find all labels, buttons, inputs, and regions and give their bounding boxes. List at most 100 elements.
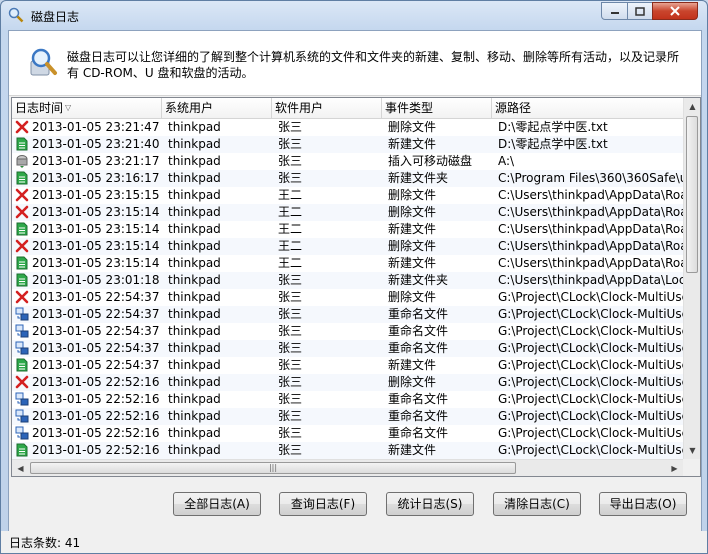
cell-time: 2013-01-05 23:16:17 xyxy=(32,171,160,185)
rename-icon xyxy=(15,426,29,440)
table-row[interactable]: 2013-01-05 22:54:37 thinkpad 张三 重命名文件 G:\Pro… xyxy=(12,306,684,323)
cell-software-user: 张三 xyxy=(278,273,303,287)
scroll-left-icon[interactable]: ◀ xyxy=(12,460,29,476)
sort-desc-icon: ▽ xyxy=(65,103,72,112)
close-button[interactable] xyxy=(652,2,698,20)
cell-software-user: 张三 xyxy=(278,324,303,338)
cell-system-user: thinkpad xyxy=(168,392,221,406)
column-header-event-type[interactable]: 事件类型 xyxy=(382,98,492,118)
stats-logs-button[interactable]: 统计日志(S) xyxy=(386,492,474,516)
cell-event-type: 删除文件 xyxy=(388,375,437,389)
table-row[interactable]: 2013-01-05 23:21:17 thinkpad 张三 插入可移动磁盘 A:\ xyxy=(12,153,683,170)
table-row[interactable]: 2013-01-05 23:15:14 thinkpad 王二 新建文件 C:\User… xyxy=(12,221,684,238)
info-banner: 磁盘日志可以让您详细的了解到整个计算机系统的文件和文件夹的新建、复制、移动、删除… xyxy=(9,31,701,96)
cell-software-user: 张三 xyxy=(278,426,303,440)
cell-source-path: C:\Program Files\360\360Safe\u... xyxy=(498,171,684,185)
cell-source-path: D:\零起点学中医.txt xyxy=(498,120,608,134)
log-table[interactable]: 日志时间 ▽ 系统用户 软件用户 事件类型 源路径 2013-01-05 23:2… xyxy=(11,97,701,477)
cell-software-user: 张三 xyxy=(278,392,303,406)
table-row[interactable]: 2013-01-05 22:54:37 thinkpad 张三 新建文件 G:\Proj… xyxy=(12,357,684,374)
cell-time: 2013-01-05 23:01:18 xyxy=(32,273,160,287)
cell-software-user: 张三 xyxy=(278,137,303,151)
vertical-scrollbar[interactable]: ▲ ▼ xyxy=(683,98,700,459)
cell-time: 2013-01-05 23:15:14 xyxy=(32,256,160,270)
all-logs-button[interactable]: 全部日志(A) xyxy=(173,492,261,516)
cell-system-user: thinkpad xyxy=(168,256,221,270)
cell-software-user: 王二 xyxy=(278,205,303,219)
cell-time: 2013-01-05 23:15:14 xyxy=(32,239,160,253)
cell-event-type: 插入可移动磁盘 xyxy=(388,154,473,168)
new-file-icon xyxy=(15,222,29,236)
cell-event-type: 新建文件夹 xyxy=(388,273,449,287)
table-row[interactable]: 2013-01-05 23:15:14 thinkpad 王二 删除文件 C:\User… xyxy=(12,204,684,221)
table-row[interactable]: 2013-01-05 22:52:16 thinkpad 张三 新建文件 G:\Proj… xyxy=(12,442,684,459)
cell-source-path: D:\零起点学中医.txt xyxy=(498,137,608,151)
table-row[interactable]: 2013-01-05 23:01:18 thinkpad 张三 新建文件夹 C:\Use… xyxy=(12,272,684,289)
cell-system-user: thinkpad xyxy=(168,341,221,355)
cell-source-path: G:\Project\CLock\Clock-MultiUse... xyxy=(498,443,684,457)
horizontal-scroll-thumb[interactable]: ||| xyxy=(30,462,516,474)
cell-time: 2013-01-05 22:52:16 xyxy=(32,426,160,440)
cell-time: 2013-01-05 23:15:15 xyxy=(32,188,160,202)
table-row[interactable]: 2013-01-05 22:54:37 thinkpad 张三 重命名文件 G:\Pro… xyxy=(12,323,684,340)
table-row[interactable]: 2013-01-05 22:52:16 thinkpad 张三 重命名文件 G:\Pro… xyxy=(12,391,684,408)
table-row[interactable]: 2013-01-05 23:15:14 thinkpad 王二 删除文件 C:\User… xyxy=(12,238,684,255)
table-row[interactable]: 2013-01-05 22:52:16 thinkpad 张三 删除文件 G:\Proj… xyxy=(12,374,684,391)
cell-source-path: G:\Project\CLock\Clock-MultiUse... xyxy=(498,409,684,423)
cell-event-type: 新建文件夹 xyxy=(388,171,449,185)
cell-event-type: 重命名文件 xyxy=(388,307,449,321)
column-header-software-user[interactable]: 软件用户 xyxy=(272,98,382,118)
vertical-scroll-thumb[interactable] xyxy=(686,116,698,273)
title-bar[interactable]: 磁盘日志 xyxy=(1,1,707,29)
cell-event-type: 重命名文件 xyxy=(388,341,449,355)
cell-event-type: 重命名文件 xyxy=(388,324,449,338)
scroll-down-icon[interactable]: ▼ xyxy=(684,442,700,459)
maximize-button[interactable] xyxy=(627,2,653,20)
cell-source-path: C:\Users\thinkpad\AppData\Roa... xyxy=(498,222,684,236)
table-row[interactable]: 2013-01-05 23:21:47 thinkpad 张三 删除文件 D:\零起点学… xyxy=(12,119,683,136)
table-row[interactable]: 2013-01-05 23:15:14 thinkpad 王二 新建文件 C:\User… xyxy=(12,255,684,272)
cell-source-path: G:\Project\CLock\Clock-MultiUse... xyxy=(498,307,684,321)
export-logs-button[interactable]: 导出日志(O) xyxy=(599,492,687,516)
table-row[interactable]: 2013-01-05 23:21:40 thinkpad 张三 新建文件 D:\零起点学… xyxy=(12,136,683,153)
table-row[interactable]: 2013-01-05 23:15:15 thinkpad 王二 删除文件 C:\User… xyxy=(12,187,684,204)
horizontal-scrollbar[interactable]: ◀ ||| ▶ xyxy=(12,459,683,476)
table-row[interactable]: 2013-01-05 22:54:37 thinkpad 张三 重命名文件 G:\Pro… xyxy=(12,340,684,357)
cell-time: 2013-01-05 23:21:17 xyxy=(32,154,160,168)
table-row[interactable]: 2013-01-05 22:54:37 thinkpad 张三 删除文件 G:\Proj… xyxy=(12,289,684,306)
cell-source-path: G:\Project\CLock\Clock-MultiUse... xyxy=(498,290,684,304)
cell-software-user: 张三 xyxy=(278,171,303,185)
cell-time: 2013-01-05 23:21:40 xyxy=(32,137,160,151)
column-header-time[interactable]: 日志时间 ▽ xyxy=(12,98,162,118)
cell-source-path: G:\Project\CLock\Clock-MultiUse... xyxy=(498,426,684,440)
clear-logs-button[interactable]: 清除日志(C) xyxy=(493,492,581,516)
removable-disk-icon xyxy=(15,154,29,168)
new-file-icon xyxy=(15,443,29,457)
delete-icon xyxy=(15,188,29,202)
column-header-source-path[interactable]: 源路径 xyxy=(492,98,683,118)
cell-system-user: thinkpad xyxy=(168,375,221,389)
cell-source-path: A:\ xyxy=(498,154,515,168)
scroll-right-icon[interactable]: ▶ xyxy=(666,460,683,476)
cell-system-user: thinkpad xyxy=(168,154,221,168)
table-row[interactable]: 2013-01-05 22:52:16 thinkpad 张三 重命名文件 G:\Pro… xyxy=(12,425,684,442)
cell-system-user: thinkpad xyxy=(168,222,221,236)
minimize-button[interactable] xyxy=(601,2,628,20)
cell-software-user: 王二 xyxy=(278,222,303,236)
cell-event-type: 新建文件 xyxy=(388,358,437,372)
magnifier-disk-icon xyxy=(30,48,57,76)
delete-icon xyxy=(15,120,29,134)
column-header-system-user[interactable]: 系统用户 xyxy=(162,98,272,118)
scrollbar-corner xyxy=(683,459,700,476)
table-body: 2013-01-05 23:21:47 thinkpad 张三 删除文件 D:\零起点学… xyxy=(12,119,684,459)
scroll-up-icon[interactable]: ▲ xyxy=(684,98,700,115)
cell-system-user: thinkpad xyxy=(168,273,221,287)
cell-software-user: 张三 xyxy=(278,375,303,389)
minimize-icon xyxy=(610,12,619,14)
cell-event-type: 删除文件 xyxy=(388,205,437,219)
status-bar: 日志条数: 41 xyxy=(1,531,707,553)
query-logs-button[interactable]: 查询日志(F) xyxy=(279,492,367,516)
table-row[interactable]: 2013-01-05 23:16:17 thinkpad 张三 新建文件夹 C:\Pro… xyxy=(12,170,684,187)
table-row[interactable]: 2013-01-05 22:52:16 thinkpad 张三 重命名文件 G:\Pro… xyxy=(12,408,684,425)
new-file-icon xyxy=(15,171,29,185)
